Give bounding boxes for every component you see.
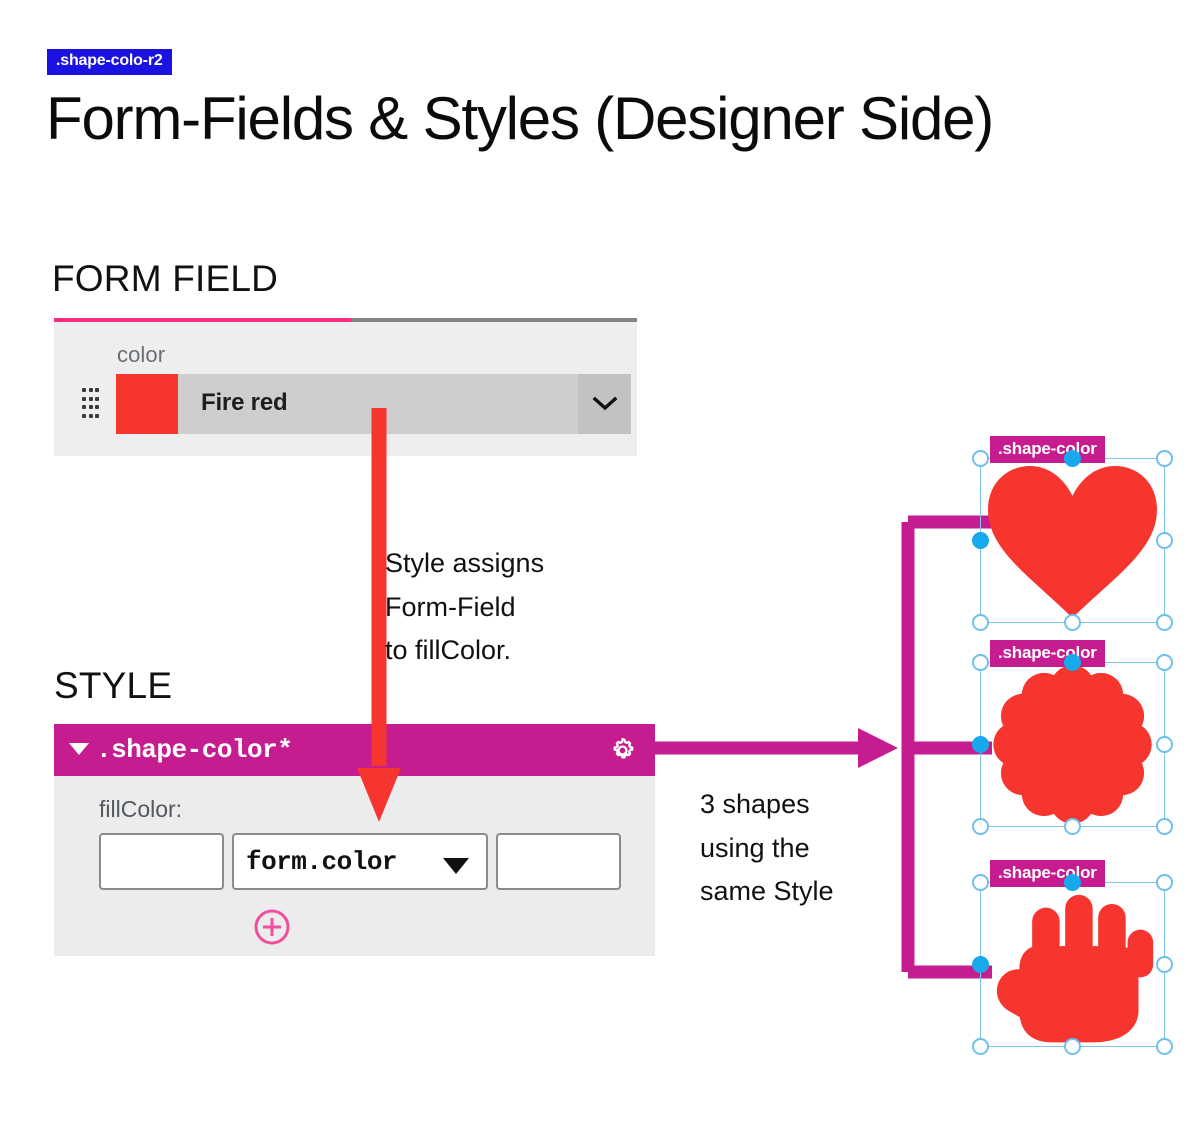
handle-top-left[interactable] xyxy=(972,450,989,467)
color-swatch[interactable] xyxy=(116,374,178,434)
handle-mid-left[interactable] xyxy=(972,956,989,973)
color-select-value: Fire red xyxy=(201,389,288,416)
shape-card-heart[interactable]: .shape-color xyxy=(972,436,1180,631)
handle-top-center[interactable] xyxy=(1064,874,1081,891)
style-inputs-row: form.color xyxy=(99,833,621,890)
handle-mid-left[interactable] xyxy=(972,736,989,753)
handle-bottom-right[interactable] xyxy=(1156,614,1173,631)
form-field-label: color xyxy=(117,342,166,367)
shape-card-hand[interactable]: .shape-color xyxy=(972,860,1180,1055)
handle-top-left[interactable] xyxy=(972,654,989,671)
shape-tag: .shape-color xyxy=(990,640,1105,668)
handle-top-right[interactable] xyxy=(1156,450,1173,467)
handle-bottom-left[interactable] xyxy=(972,818,989,835)
shape-card-flower[interactable]: .shape-color xyxy=(972,640,1180,835)
slide-badge: .shape-colo-r2 xyxy=(47,49,172,75)
handle-top-right[interactable] xyxy=(1156,874,1173,891)
form-field-panel: color Fire red xyxy=(54,318,637,456)
form-field-topbar-accent xyxy=(54,318,352,322)
hand-shape[interactable] xyxy=(980,882,1165,1047)
gear-icon[interactable] xyxy=(608,736,637,765)
style-input-left[interactable] xyxy=(99,833,224,890)
fill-color-label: fillColor: xyxy=(99,796,183,822)
handle-bottom-left[interactable] xyxy=(972,1038,989,1055)
shape-tag: .shape-color xyxy=(990,860,1105,888)
style-input-binding-value: form.color xyxy=(246,847,398,877)
handle-bottom-right[interactable] xyxy=(1156,1038,1173,1055)
handle-mid-right[interactable] xyxy=(1156,736,1173,753)
drag-handle-icon[interactable] xyxy=(82,388,100,420)
handle-top-right[interactable] xyxy=(1156,654,1173,671)
handle-mid-left[interactable] xyxy=(972,532,989,549)
handle-bottom-center[interactable] xyxy=(1064,614,1081,631)
style-input-binding[interactable]: form.color xyxy=(232,833,488,890)
chevron-down-icon xyxy=(592,396,617,411)
handle-top-center[interactable] xyxy=(1064,654,1081,671)
shape-tag: .shape-color xyxy=(990,436,1105,464)
handle-mid-right[interactable] xyxy=(1156,532,1173,549)
plus-circle-icon[interactable] xyxy=(253,908,291,946)
handle-bottom-center[interactable] xyxy=(1064,818,1081,835)
section-heading-form-field: FORM FIELD xyxy=(52,258,279,299)
style-to-shapes-connector xyxy=(640,515,992,979)
handle-mid-right[interactable] xyxy=(1156,956,1173,973)
heart-shape[interactable] xyxy=(980,458,1165,623)
color-select-arrow-box[interactable] xyxy=(578,374,631,434)
style-panel-title: .shape-color* xyxy=(96,735,293,765)
style-input-right[interactable] xyxy=(496,833,621,890)
flower-shape[interactable] xyxy=(980,662,1165,827)
handle-top-center[interactable] xyxy=(1064,450,1081,467)
handle-top-left[interactable] xyxy=(972,874,989,891)
section-heading-style: STYLE xyxy=(54,665,173,706)
page-title: Form-Fields & Styles (Designer Side) xyxy=(46,85,994,152)
annotation-style-assigns: Style assigns Form-Field to fillColor. xyxy=(385,548,545,666)
handle-bottom-center[interactable] xyxy=(1064,1038,1081,1055)
caret-down-icon[interactable] xyxy=(69,743,89,755)
diagram-canvas: .shape-colo-r2 Form-Fields & Styles (Des… xyxy=(0,0,1204,1122)
handle-bottom-right[interactable] xyxy=(1156,818,1173,835)
caret-down-icon[interactable] xyxy=(443,858,469,874)
handle-bottom-left[interactable] xyxy=(972,614,989,631)
color-select[interactable]: Fire red xyxy=(178,374,631,434)
